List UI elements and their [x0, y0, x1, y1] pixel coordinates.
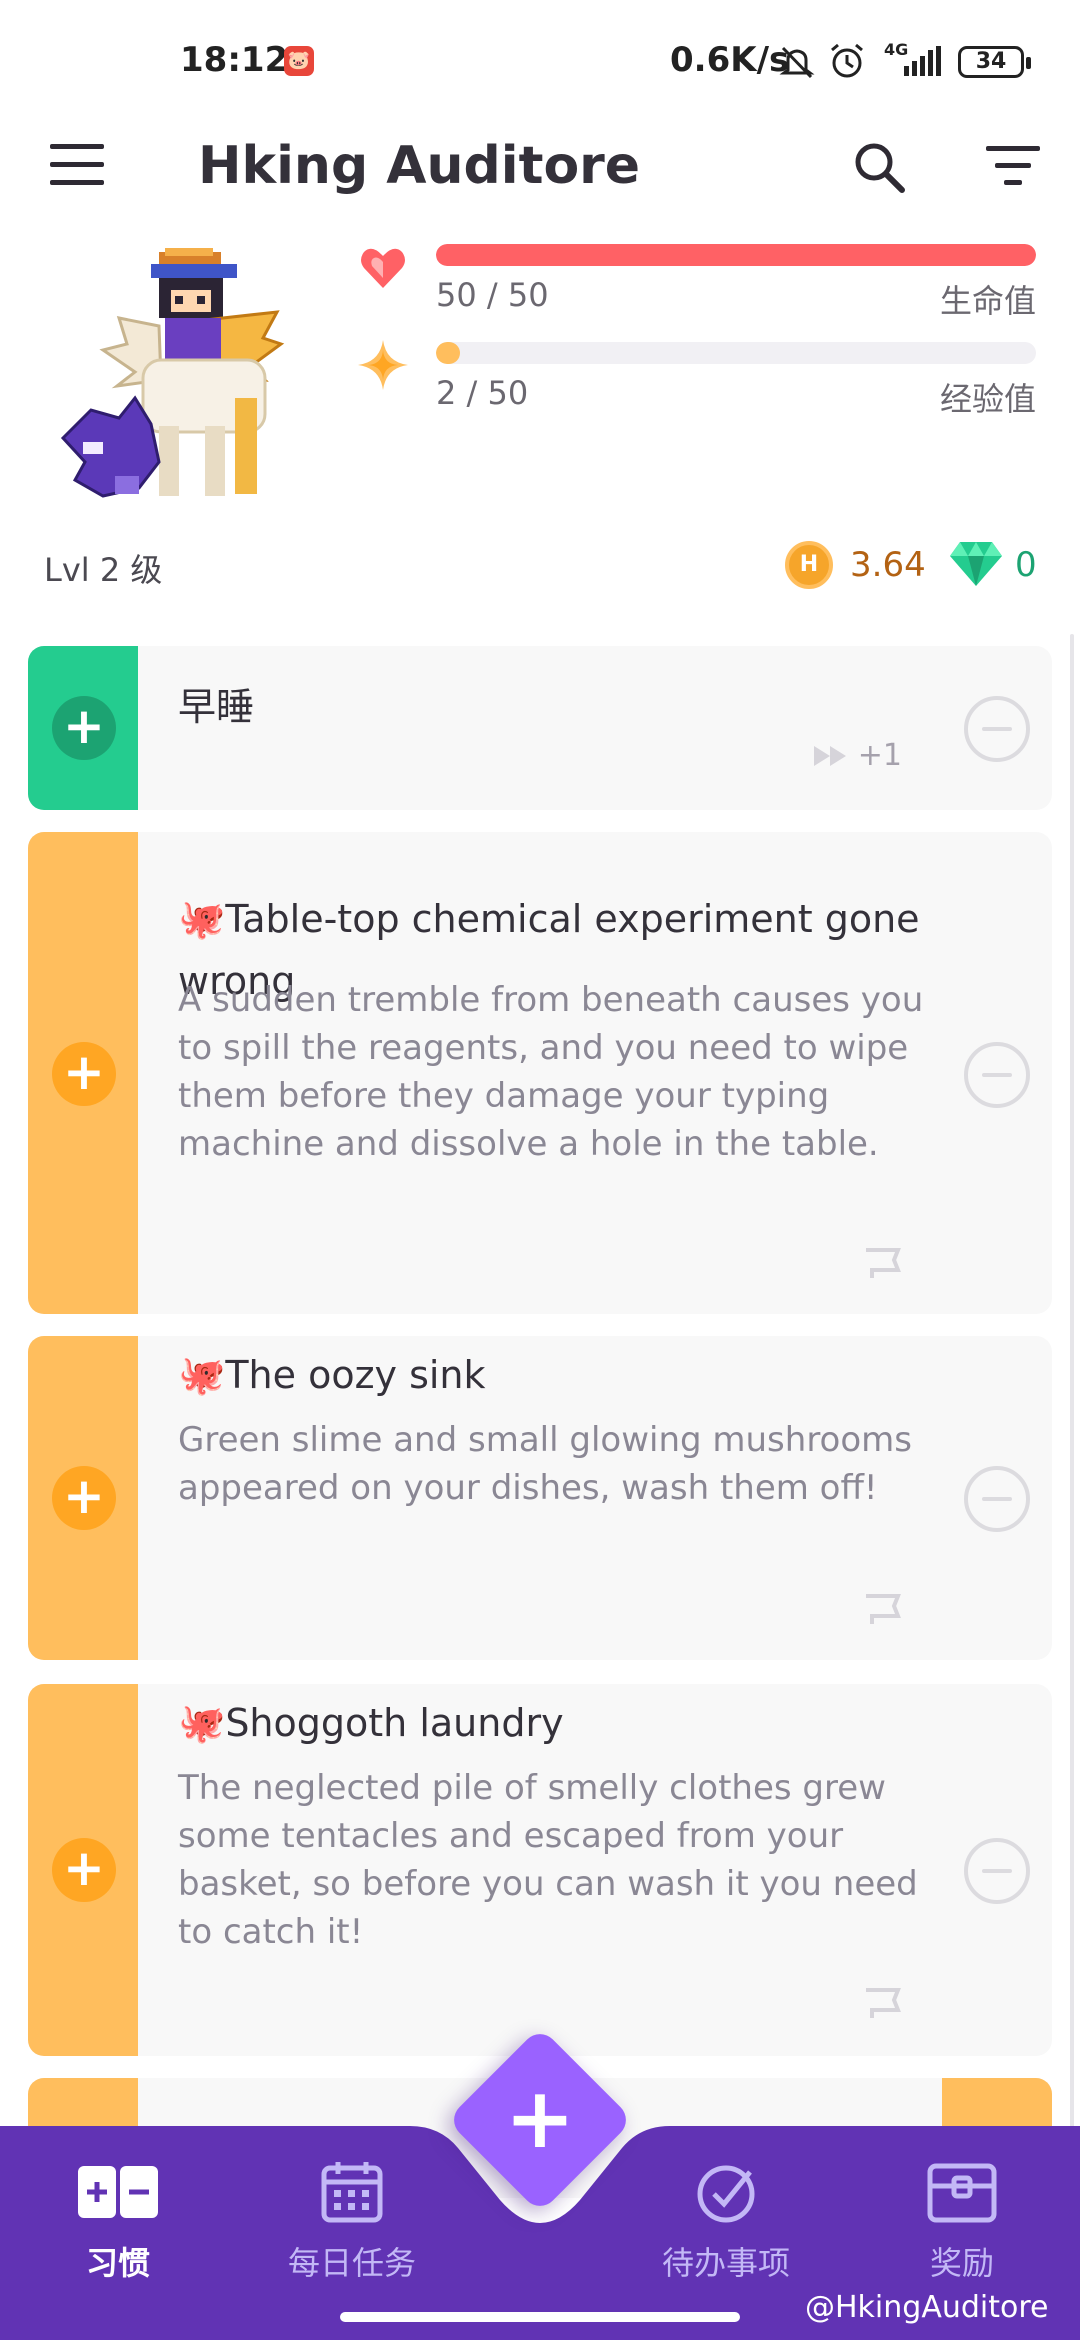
network-speed: 0.6K/s	[670, 40, 790, 80]
habit-card[interactable]: + 🐙Shoggoth laundry The neglected pile o…	[28, 1684, 1052, 2056]
star-icon	[358, 340, 408, 390]
nav-label: 奖励	[929, 2244, 994, 2282]
habit-card[interactable]: + 🐙Table-top chemical experiment gone wr…	[28, 832, 1052, 1314]
habit-notes: Green slime and small glowing mushrooms …	[178, 1420, 912, 1508]
watermark: @HkingAuditore	[805, 2290, 1049, 2325]
gem-icon	[950, 542, 1002, 586]
habit-plus-button[interactable]: +	[52, 696, 116, 760]
calendar-icon	[321, 2162, 383, 2223]
plus-icon[interactable]: +	[474, 2054, 606, 2186]
habit-notes: A sudden tremble from beneath causes you…	[178, 980, 924, 1164]
habit-card[interactable]: + 早睡 +1	[28, 646, 1052, 810]
page-title: Hking Auditore	[198, 136, 641, 196]
top-app-bar: Hking Auditore	[0, 120, 1080, 220]
heart-icon	[361, 248, 405, 288]
challenge-icon	[866, 1248, 901, 1278]
mute-icon	[779, 46, 815, 79]
habit-minus-button[interactable]	[964, 1466, 1030, 1532]
notification-app-icon: 🐷	[284, 46, 314, 76]
habit-plus-button[interactable]: +	[52, 1838, 116, 1902]
gold-coin-icon: H	[785, 541, 833, 589]
scrollbar[interactable]	[1070, 634, 1074, 2134]
signal-icon	[904, 46, 941, 76]
gem-amount: 0	[1015, 545, 1037, 585]
health-bar	[436, 244, 1036, 266]
experience-value: 2 / 50	[436, 374, 529, 412]
habit-title: 🐙Shoggoth laundry	[178, 1701, 564, 1745]
habit-streak: +1	[857, 738, 902, 773]
experience-bar	[436, 342, 1036, 364]
habit-plus-button[interactable]: +	[52, 1042, 116, 1106]
habits-icon	[78, 2166, 158, 2218]
experience-label: 经验值	[939, 380, 1036, 418]
nav-tab-todos[interactable]: 待办事项	[626, 2160, 826, 2284]
habit-plus-button[interactable]: +	[52, 1466, 116, 1530]
habit-notes: The neglected pile of smelly clothes gre…	[178, 1768, 918, 1952]
status-bar: 18:12 🐷 0.6K/s 4G 34	[0, 0, 1080, 120]
health-value: 50 / 50	[436, 276, 549, 314]
habit-minus-button[interactable]	[964, 1042, 1030, 1108]
treasure-chest-icon	[927, 2163, 997, 2223]
status-time: 18:12	[180, 40, 289, 80]
battery-icon: 34	[958, 46, 1031, 78]
habit-title: 早睡	[178, 685, 255, 729]
nav-tab-dailies[interactable]: 每日任务	[252, 2160, 452, 2284]
habit-card[interactable]: + 🐙The oozy sink Green slime and small g…	[28, 1336, 1052, 1660]
health-bar-fill	[436, 244, 1036, 266]
nav-label: 待办事项	[661, 2244, 790, 2282]
nav-tab-habits[interactable]: 习惯	[18, 2160, 218, 2284]
home-indicator[interactable]	[340, 2312, 740, 2322]
avatar[interactable]	[55, 248, 305, 508]
menu-icon[interactable]	[50, 144, 104, 188]
alarm-icon	[831, 43, 863, 78]
gold-amount: 3.64	[850, 545, 926, 585]
experience-bar-fill	[436, 342, 460, 364]
checkmark-icon	[697, 2165, 755, 2223]
search-icon[interactable]	[850, 138, 910, 198]
filter-icon[interactable]	[986, 146, 1040, 190]
challenge-icon	[866, 1988, 901, 2018]
habit-minus-button[interactable]	[964, 1838, 1030, 1904]
challenge-icon	[866, 1594, 901, 1624]
nav-label: 习惯	[85, 2244, 150, 2282]
level-label: Lvl 2 级	[44, 551, 163, 589]
habit-title: 🐙The oozy sink	[178, 1353, 486, 1397]
nav-label: 每日任务	[287, 2244, 416, 2282]
habit-minus-button[interactable]	[964, 696, 1030, 762]
fast-forward-icon	[814, 746, 846, 766]
health-label: 生命值	[939, 282, 1036, 320]
nav-tab-rewards[interactable]: 奖励	[862, 2160, 1062, 2284]
